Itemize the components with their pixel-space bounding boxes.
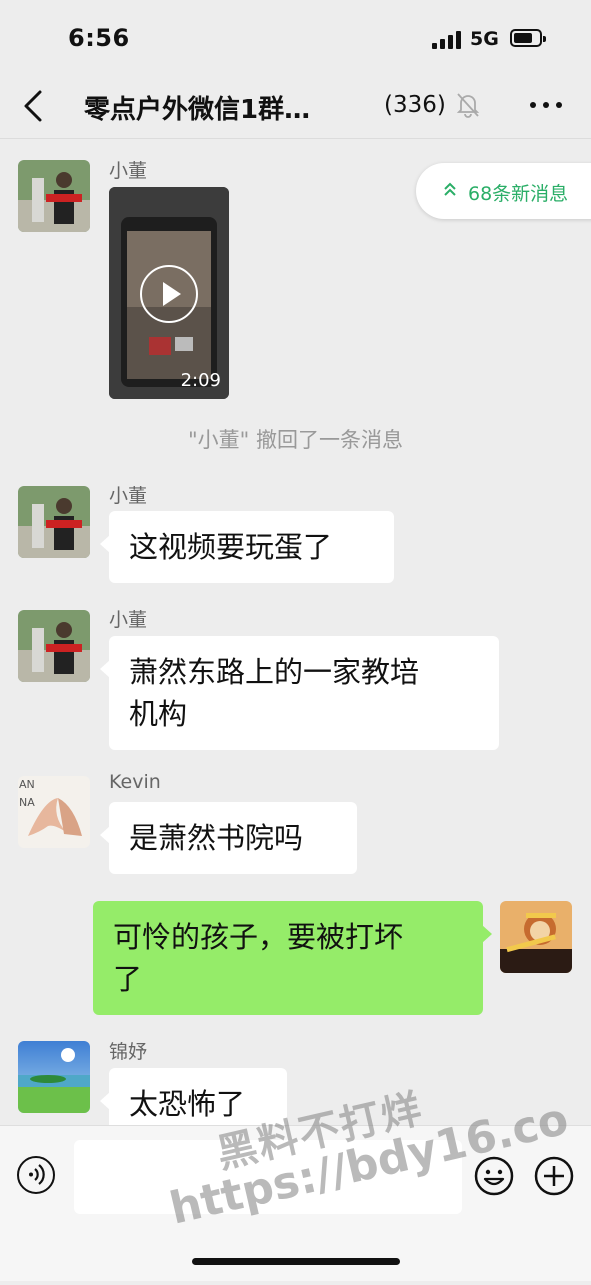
member-count: (336) <box>384 92 446 118</box>
signal-icon <box>432 31 462 49</box>
sender-name: Kevin <box>109 771 161 793</box>
voice-icon[interactable] <box>17 1156 55 1194</box>
status-time: 6:56 <box>68 24 130 52</box>
avatar[interactable]: AN NA <box>18 776 90 848</box>
message-text-line: 了 <box>113 962 143 996</box>
message-text: 太恐怖了 <box>129 1087 246 1121</box>
avatar[interactable] <box>18 1041 90 1113</box>
message-input[interactable] <box>74 1140 462 1214</box>
chat-title: 零点户外微信1群… <box>84 95 311 125</box>
svg-text:AN: AN <box>19 778 35 791</box>
home-indicator <box>192 1258 400 1265</box>
message-text-line: 机构 <box>129 697 188 731</box>
svg-text:NA: NA <box>19 796 35 809</box>
battery-icon <box>510 29 546 47</box>
message-text-line: 可怜的孩子，要被打坏 <box>113 920 404 954</box>
sender-name: 小董 <box>109 160 148 182</box>
message-text: 是萧然书院吗 <box>129 821 304 855</box>
video-duration: 2:09 <box>180 370 221 391</box>
sender-name: 小董 <box>109 485 148 507</box>
back-icon[interactable] <box>18 86 54 126</box>
chat-header: 零点户外微信1群… (336) <box>0 76 591 139</box>
recall-notice: "小董" 撤回了一条消息 <box>188 428 403 452</box>
own-message-bubble[interactable]: 可怜的孩子，要被打坏 了 <box>93 901 492 1015</box>
sender-name: 小董 <box>109 609 148 631</box>
avatar[interactable] <box>18 610 90 682</box>
plus-icon[interactable] <box>534 1156 574 1196</box>
message-text: 这视频要玩蛋了 <box>129 530 333 564</box>
avatar[interactable] <box>18 160 90 232</box>
more-icon[interactable] <box>526 94 566 114</box>
new-messages-label: 68条新消息 <box>468 183 569 205</box>
sender-name: 锦妤 <box>109 1041 148 1063</box>
new-messages-button[interactable]: 68条新消息 <box>416 163 591 219</box>
status-bar: 6:56 5G <box>0 0 591 80</box>
play-icon[interactable] <box>140 265 198 323</box>
emoji-icon[interactable] <box>474 1156 514 1196</box>
message-text-line: 萧然东路上的一家教培 <box>129 655 420 689</box>
chevron-up-icon <box>442 181 458 199</box>
network-type: 5G <box>470 28 499 50</box>
message-bubble[interactable]: 萧然东路上的一家教培 机构 <box>100 636 499 750</box>
message-bubble[interactable]: 是萧然书院吗 <box>100 802 357 874</box>
avatar[interactable] <box>18 486 90 558</box>
mute-bell-icon <box>456 92 480 118</box>
video-message[interactable]: 2:09 <box>109 187 229 399</box>
own-avatar[interactable] <box>500 901 572 973</box>
message-bubble[interactable]: 这视频要玩蛋了 <box>100 511 394 583</box>
